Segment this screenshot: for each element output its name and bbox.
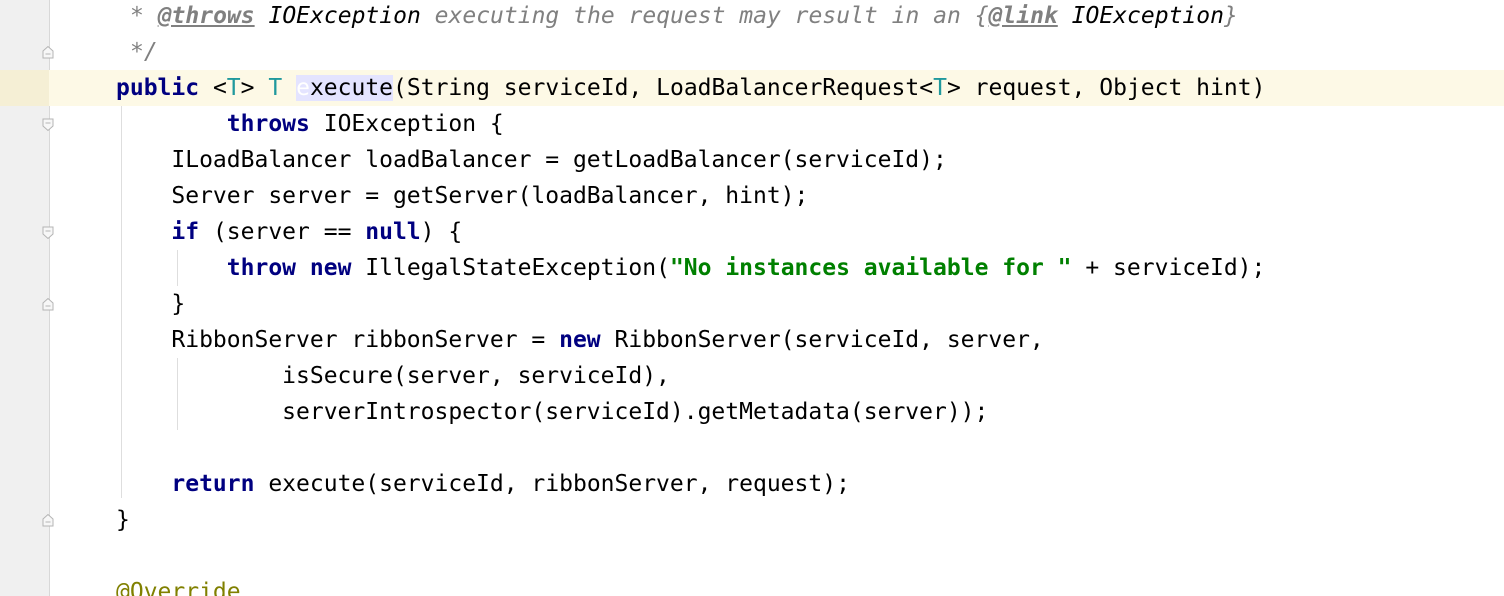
doc-comment-text: } xyxy=(1223,3,1238,29)
doc-reference: IOException xyxy=(1057,3,1224,29)
string-literal: "No instances available for " xyxy=(669,255,1072,281)
code-editor[interactable]: * @throws IOException executing the requ… xyxy=(0,0,1504,596)
code-line-4[interactable]: throws IOException { xyxy=(0,106,1504,142)
keyword-public: public xyxy=(116,75,200,101)
type-parameter: T xyxy=(268,75,283,101)
code-text: ILoadBalancer loadBalancer = getLoadBala… xyxy=(116,147,947,173)
fold-end-icon[interactable] xyxy=(41,297,55,311)
code-line-9[interactable]: } xyxy=(0,286,1504,322)
code-line-5[interactable]: ILoadBalancer loadBalancer = getLoadBala… xyxy=(0,142,1504,178)
code-text: Server server = getServer(loadBalancer, … xyxy=(116,183,809,209)
doc-reference: IOException xyxy=(254,3,421,29)
doc-comment-end: */ xyxy=(130,39,158,65)
keyword-return: return xyxy=(171,471,255,497)
code-line-3-current[interactable]: public <T> T execute(String serviceId, L… xyxy=(0,70,1504,106)
code-line-16[interactable] xyxy=(0,538,1504,574)
code-token: execute(serviceId, ribbonServer, request… xyxy=(254,471,850,497)
code-token: ) { xyxy=(420,219,463,245)
keyword-new: new xyxy=(309,255,352,281)
code-token: RibbonServer(serviceId, server, xyxy=(600,327,1044,353)
current-line-gutter xyxy=(0,70,49,106)
code-token: > request, Object hint) xyxy=(946,75,1266,101)
keyword-throw: throw xyxy=(226,255,297,281)
code-token: (String serviceId, LoadBalancerRequest< xyxy=(393,75,934,101)
fold-end-icon[interactable] xyxy=(41,513,55,527)
indent-guide xyxy=(121,106,122,498)
code-line-12[interactable]: serverIntrospector(serviceId).getMetadat… xyxy=(0,394,1504,430)
code-text: serverIntrospector(serviceId).getMetadat… xyxy=(116,399,989,425)
keyword-null: null xyxy=(365,219,421,245)
code-text: * @throws IOException executing the requ… xyxy=(130,0,1238,34)
code-line-13[interactable] xyxy=(0,430,1504,466)
doc-tag-throws: @throws xyxy=(157,3,255,29)
indent-guide xyxy=(177,358,178,430)
code-text: if (server == null) { xyxy=(116,214,462,250)
code-line-15[interactable]: } xyxy=(0,502,1504,538)
code-line-2[interactable]: */ xyxy=(0,34,1504,70)
code-line-10[interactable]: RibbonServer ribbonServer = new RibbonSe… xyxy=(0,322,1504,358)
doc-tag-link: @link xyxy=(988,3,1058,29)
code-text: } xyxy=(116,507,130,533)
text-caret: e xyxy=(296,75,310,101)
code-line-7[interactable]: if (server == null) { xyxy=(0,214,1504,250)
code-text: public <T> T execute(String serviceId, L… xyxy=(116,70,1265,106)
doc-comment-text: executing the request may result in an { xyxy=(420,3,989,29)
code-token: > xyxy=(240,75,269,101)
code-text: isSecure(server, serviceId), xyxy=(116,363,670,389)
code-text: } xyxy=(116,291,186,317)
type-parameter: T xyxy=(226,75,241,101)
keyword-new: new xyxy=(559,327,601,353)
annotation-override: @Override xyxy=(116,579,241,596)
fold-start-icon[interactable] xyxy=(41,118,55,132)
code-token: < xyxy=(199,75,227,101)
type-parameter: T xyxy=(933,75,947,101)
code-token: (server == xyxy=(199,219,366,245)
code-text: RibbonServer ribbonServer = new RibbonSe… xyxy=(116,322,1044,358)
code-token: IllegalStateException( xyxy=(351,255,670,281)
code-line-1[interactable]: * @throws IOException executing the requ… xyxy=(0,0,1504,34)
code-token: RibbonServer ribbonServer = xyxy=(116,327,560,353)
code-line-14[interactable]: return execute(serviceId, ribbonServer, … xyxy=(0,466,1504,502)
method-name-highlight: xecute xyxy=(309,75,394,101)
code-token: + serviceId); xyxy=(1071,255,1266,281)
code-line-6[interactable]: Server server = getServer(loadBalancer, … xyxy=(0,178,1504,214)
fold-end-icon[interactable] xyxy=(41,45,55,59)
code-text: throw new IllegalStateException("No inst… xyxy=(116,250,1266,286)
code-line-11[interactable]: isSecure(server, serviceId), xyxy=(0,358,1504,394)
doc-comment-text: * xyxy=(130,3,158,29)
code-text: */ xyxy=(130,34,158,70)
indent-guide xyxy=(177,250,178,286)
keyword-throws: throws xyxy=(226,111,310,137)
code-line-17[interactable]: @Override xyxy=(0,574,1504,596)
code-token: IOException { xyxy=(309,111,504,137)
code-text: return execute(serviceId, ribbonServer, … xyxy=(116,466,850,502)
keyword-if: if xyxy=(171,219,200,245)
code-text: throws IOException { xyxy=(116,106,504,142)
code-line-8[interactable]: throw new IllegalStateException("No inst… xyxy=(0,250,1504,286)
fold-start-icon[interactable] xyxy=(41,226,55,240)
